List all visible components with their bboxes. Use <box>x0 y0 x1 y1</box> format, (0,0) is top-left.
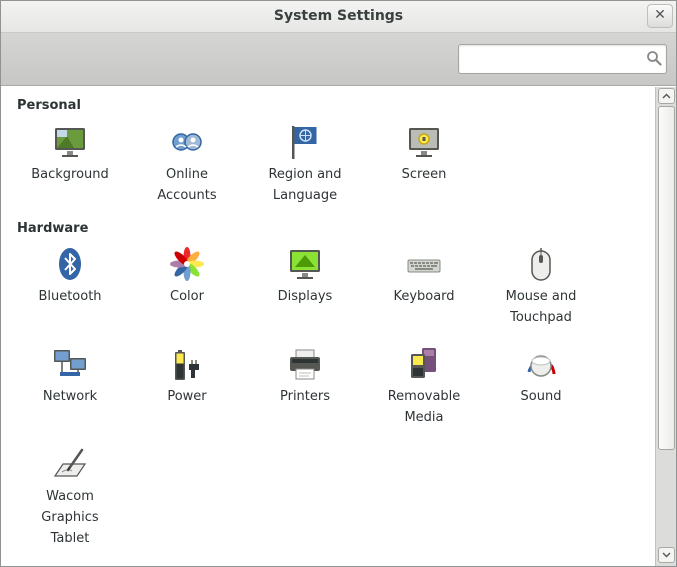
settings-item-color[interactable]: Color <box>132 246 242 307</box>
settings-item-network[interactable]: Network <box>15 346 125 407</box>
settings-item-online-accounts[interactable]: Online Accounts <box>132 124 242 206</box>
item-label: Color <box>170 289 204 304</box>
chevron-up-icon <box>662 93 671 99</box>
toolbar <box>1 33 676 86</box>
search-input[interactable] <box>458 44 667 74</box>
settings-item-sound[interactable]: Sound <box>486 346 596 407</box>
item-label-line-1: Online <box>166 167 208 182</box>
scroll-thumb[interactable] <box>658 106 675 450</box>
item-label: Bluetooth <box>38 289 102 304</box>
item-label: Power <box>167 389 207 404</box>
color-icon <box>170 247 204 281</box>
chevron-down-icon <box>662 552 671 558</box>
wacom-tablet-icon <box>53 448 87 477</box>
settings-panel: Personal Background Online Accounts Regi… <box>1 87 655 566</box>
item-label-line-2: Graphics <box>41 510 99 525</box>
item-label-line-2: Language <box>272 188 338 203</box>
settings-item-power[interactable]: Power <box>132 346 242 407</box>
settings-item-keyboard[interactable]: Keyboard <box>369 246 479 307</box>
item-label: Network <box>42 389 98 404</box>
item-label: Keyboard <box>393 289 455 304</box>
scroll-down-button[interactable] <box>658 547 675 563</box>
keyboard-icon <box>407 259 441 273</box>
settings-item-mouse-touchpad[interactable]: Mouse and Touchpad <box>486 246 596 328</box>
titlebar: System Settings ✕ <box>1 1 676 33</box>
item-label: Screen <box>401 167 447 182</box>
vertical-scrollbar[interactable] <box>655 87 676 566</box>
printer-icon <box>290 349 320 380</box>
settings-item-background[interactable]: Background <box>15 124 125 185</box>
item-label-line-1: Removable <box>387 389 461 404</box>
section-title-hardware: Hardware <box>17 221 89 236</box>
item-label-line-1: Mouse and <box>505 289 577 304</box>
settings-item-removable-media[interactable]: Removable Media <box>369 346 479 428</box>
screen-icon <box>409 128 439 157</box>
scroll-up-button[interactable] <box>658 88 675 104</box>
settings-item-printers[interactable]: Printers <box>250 346 360 407</box>
item-label-line-2: Media <box>404 410 444 425</box>
bluetooth-icon <box>59 248 81 280</box>
close-button[interactable]: ✕ <box>647 4 673 28</box>
window-title: System Settings <box>273 8 404 24</box>
sound-icon <box>527 355 556 377</box>
background-icon <box>55 128 85 157</box>
settings-item-bluetooth[interactable]: Bluetooth <box>15 246 125 307</box>
displays-icon <box>290 250 320 279</box>
region-flag-icon <box>292 126 317 159</box>
settings-item-displays[interactable]: Displays <box>250 246 360 307</box>
settings-item-region-language[interactable]: Region and Language <box>250 124 360 206</box>
item-label-line-1: Wacom <box>46 489 94 504</box>
item-label: Displays <box>277 289 333 304</box>
settings-item-wacom-tablet[interactable]: Wacom Graphics Tablet <box>15 446 125 549</box>
item-label: Sound <box>520 389 562 404</box>
section-title-personal: Personal <box>17 98 81 113</box>
item-label-line-3: Tablet <box>50 531 90 546</box>
online-accounts-icon <box>172 133 202 151</box>
mouse-icon <box>531 248 551 281</box>
item-label-line-2: Accounts <box>157 188 217 203</box>
system-settings-window: System Settings ✕ Personal Background On… <box>0 0 677 567</box>
item-label: Background <box>31 167 109 182</box>
removable-media-icon <box>411 348 436 378</box>
item-label-line-1: Region and <box>268 167 342 182</box>
power-icon <box>175 350 199 380</box>
network-icon <box>54 350 86 376</box>
item-label: Printers <box>279 389 331 404</box>
item-label-line-2: Touchpad <box>510 310 572 325</box>
settings-item-screen[interactable]: Screen <box>369 124 479 185</box>
search-icon[interactable] <box>646 50 662 66</box>
